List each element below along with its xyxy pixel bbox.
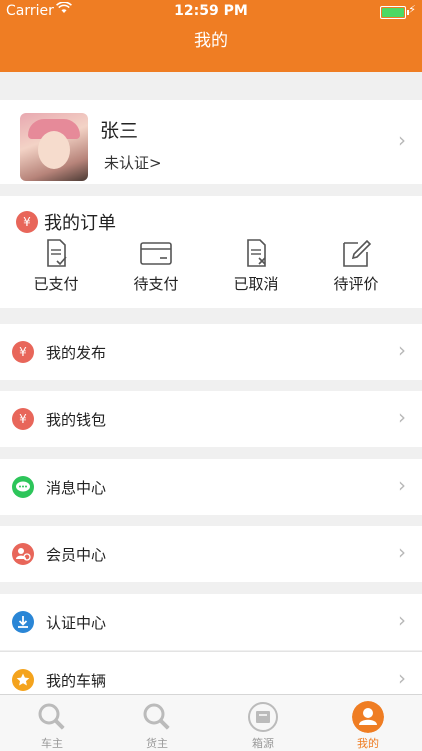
user-icon [352,701,384,733]
tab-label: 箱源 [252,737,274,750]
nav-header: Carrier 12:59 PM ⚡ 我的 [0,0,422,72]
order-pending-pay[interactable]: 待支付 [121,239,191,294]
tab-label: 车主 [41,737,63,750]
menu-label: 我的车辆 [46,672,107,690]
search-icon [38,703,66,731]
avatar-face [38,131,70,169]
tab-car-owner[interactable]: 车主 [12,695,92,751]
yen-icon: ¥ [12,408,34,430]
page-title: 我的 [194,31,228,51]
order-pending-pay-label: 待支付 [133,275,179,293]
order-cancelled-label: 已取消 [233,275,279,293]
download-icon [12,611,34,633]
menu-label: 我的钱包 [46,411,107,429]
order-to-review-label: 待评价 [333,275,379,293]
status-bar: Carrier 12:59 PM ⚡ [0,0,422,24]
chevron-right-icon: › [398,666,406,690]
verify-status-link[interactable]: 未认证> [104,152,162,173]
battery-icon [380,6,409,19]
chevron-right-icon: › [398,473,406,497]
order-cancelled[interactable]: 已取消 [221,239,291,294]
chevron-right-icon: › [398,338,406,362]
cancelled-doc-icon [247,239,266,267]
box-icon [248,702,278,732]
profile-card[interactable]: 张三 未认证> › [0,100,422,184]
charging-icon: ⚡ [408,3,416,16]
yen-icon: ¥ [12,341,34,363]
menu-label: 认证中心 [46,614,107,632]
paid-icon [47,239,67,267]
chevron-right-icon: › [398,540,406,564]
order-paid[interactable]: 已支付 [21,239,91,294]
orders-title: 我的订单 [44,213,116,234]
profile-name: 张三 [100,120,139,142]
tab-shipper[interactable]: 货主 [117,695,197,751]
card-icon [140,242,172,265]
order-to-review[interactable]: 待评价 [321,239,391,294]
tab-bar: 车主 货主 箱源 我的 [0,694,422,751]
menu-member-center[interactable]: 会员中心 › [0,526,422,582]
avatar[interactable] [20,113,88,181]
yen-icon: ¥ [16,211,38,233]
tab-container-source[interactable]: 箱源 [223,695,303,751]
tab-label: 货主 [146,737,168,750]
chevron-right-icon: › [398,608,406,632]
edit-icon [343,239,372,267]
search-icon [143,703,171,731]
member-icon [12,543,34,565]
menu-label: 会员中心 [46,546,107,564]
chevron-right-icon: › [398,128,406,152]
chevron-right-icon: › [398,405,406,429]
star-icon [12,669,34,691]
menu-label: 消息中心 [46,479,107,497]
status-time: 12:59 PM [174,3,248,19]
menu-message-center[interactable]: 消息中心 › [0,459,422,515]
order-paid-label: 已支付 [33,275,79,293]
tab-mine[interactable]: 我的 [328,695,408,751]
tab-label: 我的 [357,737,379,750]
chat-icon [12,476,34,498]
menu-my-wallet[interactable]: ¥ 我的钱包 › [0,391,422,447]
orders-section: ¥ 我的订单 已支付 待支付 已取消 待评价 [0,196,422,308]
menu-my-posts[interactable]: ¥ 我的发布 › [0,324,422,380]
menu-label: 我的发布 [46,344,107,362]
menu-verification-center[interactable]: 认证中心 › [0,594,422,650]
